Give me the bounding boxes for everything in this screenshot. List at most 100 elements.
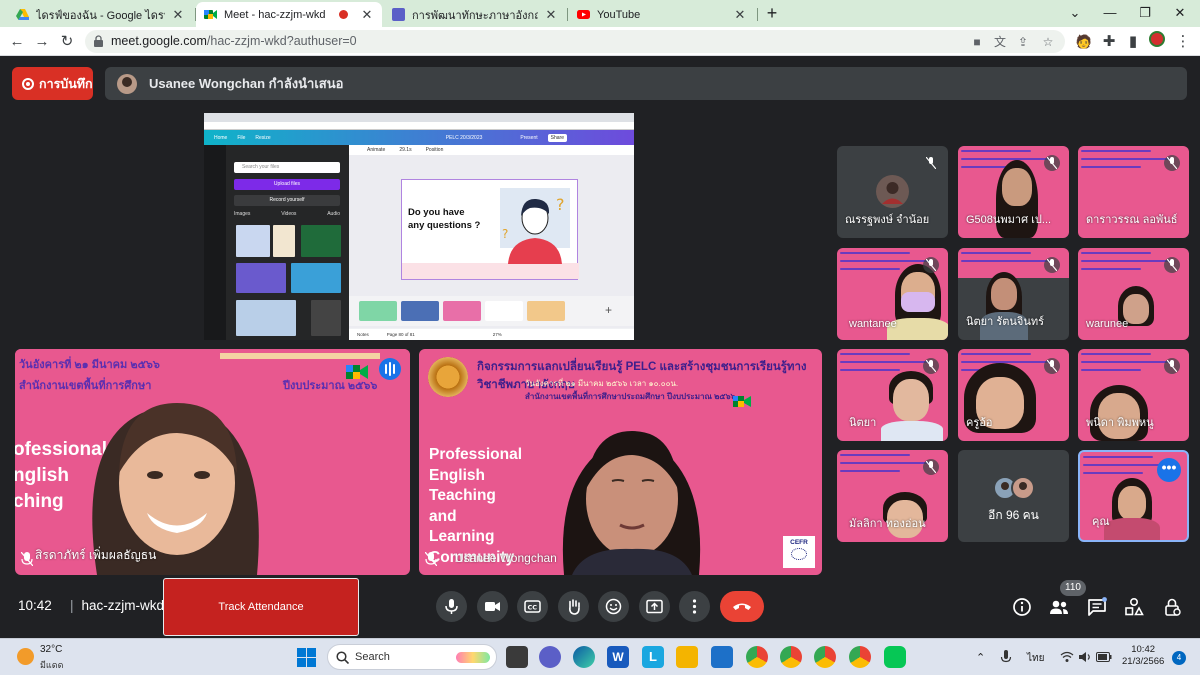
activities-icon[interactable] (1124, 597, 1144, 617)
notification-badge[interactable]: 4 (1172, 651, 1186, 665)
speaker-tile-left[interactable]: วันอังคารที่ ๒๑ มีนาคม ๒๕๖๖ สำนักงานเขตพ… (15, 349, 410, 575)
meeting-details-icon[interactable] (1012, 597, 1032, 617)
tab-meet[interactable]: Meet - hac-zzjm-wkd ✕ (196, 2, 382, 27)
side-panel-icon[interactable]: ▮ (1122, 31, 1144, 53)
participant-tile[interactable]: ครูอ้อ (958, 349, 1069, 441)
hang-up-icon (733, 603, 751, 610)
participant-tile[interactable]: พนิดา พิมพหนู (1078, 349, 1189, 441)
chevron-down-icon[interactable]: ⌄ (1055, 0, 1095, 27)
host-controls-icon[interactable] (1162, 597, 1182, 617)
participant-body (1104, 518, 1160, 540)
participant-tile[interactable]: G508นพมาศ เป... (958, 146, 1069, 238)
battery-icon[interactable] (1096, 652, 1112, 662)
slide-thumbnail (527, 301, 565, 321)
more-participants-label: อีก 96 คน (988, 508, 1039, 522)
sun-icon[interactable] (17, 648, 34, 665)
tab-google-drive[interactable]: ไดรฟ์ของฉัน - Google ไดรฟ์ ✕ (8, 2, 193, 27)
raise-hand-button[interactable] (558, 591, 589, 622)
chrome-profile-icon[interactable] (814, 646, 836, 668)
self-view-tile[interactable]: ••• คุณ (1078, 450, 1189, 542)
mic-off-icon (21, 552, 33, 566)
media-thumbnail (273, 225, 295, 257)
new-tab-icon[interactable]: + (761, 3, 783, 25)
share-icon[interactable]: ⇪ (1015, 34, 1031, 50)
shared-browser-url (204, 122, 634, 130)
camera-icon[interactable]: ■ (969, 34, 985, 50)
mic-off-icon (1044, 358, 1060, 374)
people-icon[interactable] (1049, 597, 1069, 617)
task-view-icon[interactable] (506, 646, 528, 668)
closed-captions-icon: CC (524, 600, 541, 613)
taskbar-search-box[interactable]: Search (327, 644, 497, 670)
tab-google-forms[interactable]: การพัฒนาทักษะภาษาอังกฤษ English ✕ (384, 2, 566, 27)
tab-title: ไดรฟ์ของฉัน - Google ไดรฟ์ (36, 9, 165, 22)
speaker-tile-presenter[interactable]: กิจกรรมการแลกเปลี่ยนเรียนรู้ PELC และสร้… (419, 349, 822, 575)
track-attendance-button[interactable]: Track Attendance (163, 578, 359, 636)
leave-call-button[interactable] (720, 591, 764, 622)
profile-icon[interactable] (1146, 31, 1168, 53)
file-explorer-icon[interactable] (676, 646, 698, 668)
participant-tile[interactable]: ณรรฐพงษ์ จำน้อย (837, 146, 948, 238)
url-path: /hac-zzjm-wkd?authuser=0 (206, 34, 357, 48)
more-participants-tile[interactable]: อีก 96 คน (958, 450, 1069, 542)
canva-menu-resize: Resize (255, 134, 271, 141)
close-window-icon[interactable]: ✕ (1160, 0, 1200, 27)
extension-avatar-icon[interactable]: 🧑 (1073, 31, 1095, 53)
address-bar[interactable]: meet.google.com/hac-zzjm-wkd?authuser=0 … (85, 30, 1065, 53)
participant-tile[interactable]: wantanee (837, 248, 948, 340)
chat-icon[interactable] (1087, 597, 1107, 617)
edge-browser-icon[interactable] (573, 646, 595, 668)
teams-chat-icon[interactable] (539, 646, 561, 668)
close-tab-icon[interactable]: ✕ (733, 7, 747, 23)
close-tab-icon[interactable]: ✕ (360, 7, 374, 23)
minimize-icon[interactable]: — (1090, 0, 1130, 27)
wifi-icon[interactable] (1060, 651, 1074, 663)
chrome-profile-icon[interactable] (780, 646, 802, 668)
line-app-icon[interactable] (884, 646, 906, 668)
close-tab-icon[interactable]: ✕ (171, 7, 185, 23)
input-language[interactable]: ไทย (1027, 651, 1044, 666)
media-thumbnail (236, 225, 270, 257)
puzzle-extensions-icon[interactable]: ✚ (1098, 31, 1120, 53)
language-app-icon[interactable]: L (642, 646, 664, 668)
volume-icon[interactable] (1078, 651, 1092, 663)
windows-start-icon[interactable] (297, 648, 316, 667)
system-clock[interactable]: 10:42 21/3/2566 (1122, 644, 1164, 668)
participant-tile[interactable]: ดาราวรรณ ลอพันธ์ (1078, 146, 1189, 238)
participant-body (881, 421, 943, 441)
reload-icon[interactable]: ↻ (56, 31, 78, 53)
participant-tile[interactable]: มัลลิกา ทองอ่อน (837, 450, 948, 542)
chrome-profile-icon[interactable] (849, 646, 871, 668)
more-options-icon[interactable]: ••• (1157, 458, 1181, 482)
participant-tile[interactable]: นิตยา (837, 349, 948, 441)
bookmark-star-icon[interactable]: ☆ (1040, 34, 1056, 50)
present-screen-button[interactable] (639, 591, 670, 622)
participant-tile[interactable]: warunee (1078, 248, 1189, 340)
participant-tile[interactable]: นิตยา รัตนจินทร์ (958, 248, 1069, 340)
canva-header: Home File Resize PELC 20/3/2023 Present … (204, 130, 634, 145)
mail-icon[interactable] (711, 646, 733, 668)
canva-present: Present (520, 134, 538, 141)
participant-name: สิรดาภัทร์ เพิ่มผลธัญธน (35, 548, 157, 562)
chrome-icon[interactable] (746, 646, 768, 668)
close-tab-icon[interactable]: ✕ (544, 7, 558, 23)
restore-icon[interactable]: ❐ (1125, 0, 1165, 27)
kebab-menu-icon[interactable]: ⋮ (1172, 31, 1194, 53)
word-icon[interactable]: W (607, 646, 629, 668)
participant-name: wantanee (849, 318, 897, 330)
chevron-up-icon[interactable]: ⌃ (976, 651, 985, 664)
captions-button[interactable]: CC (517, 591, 548, 622)
canva-tab: Images (234, 211, 251, 217)
more-options-button[interactable] (679, 591, 710, 622)
tab-youtube[interactable]: YouTube ✕ (569, 2, 755, 27)
camera-button[interactable] (477, 591, 508, 622)
microphone-button[interactable] (436, 591, 467, 622)
shared-screen[interactable]: Home File Resize PELC 20/3/2023 Present … (204, 113, 634, 340)
microphone-tray-icon[interactable] (1000, 650, 1012, 665)
forward-arrow-icon[interactable]: → (31, 31, 53, 53)
reactions-button[interactable] (598, 591, 629, 622)
back-arrow-icon[interactable]: ← (6, 31, 28, 53)
translate-icon[interactable]: 文 (992, 34, 1008, 50)
recording-button[interactable]: การบันทึก (12, 67, 93, 100)
hand-icon (569, 599, 580, 615)
